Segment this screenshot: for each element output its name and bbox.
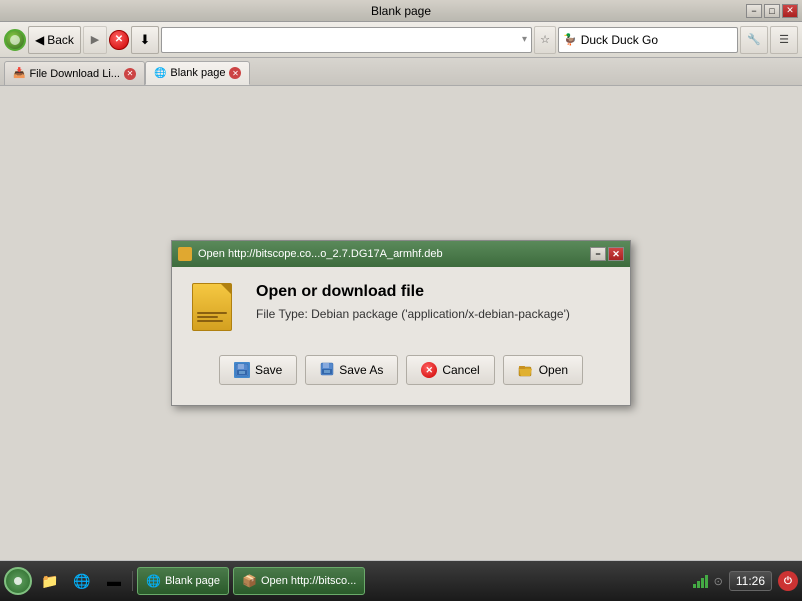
dialog-overlay: Open http://bitscope.co...o_2.7.DG17A_ar…	[0, 86, 802, 560]
file-icon	[192, 283, 240, 331]
tab-blank-page[interactable]: 🌐 Blank page ✕	[145, 61, 251, 85]
search-input[interactable]	[581, 33, 736, 47]
save-as-button[interactable]: Save As	[305, 355, 398, 385]
dialog-file-type: File Type: Debian package ('application/…	[256, 307, 570, 321]
dialog-text: Open or download file File Type: Debian …	[256, 283, 570, 321]
file-manager-button[interactable]: 📁	[36, 567, 64, 595]
address-dropdown-icon[interactable]: ▾	[522, 34, 527, 45]
taskbar-app2-icon: 📦	[242, 574, 257, 588]
cancel-button[interactable]: ✕ Cancel	[406, 355, 494, 385]
toolbar: ◀ Back ▶ ✕ ⬇ ▾ ☆ 🦆 🔧	[0, 22, 802, 58]
dialog-title-icon	[178, 247, 192, 261]
tab-file-download[interactable]: 📥 File Download Li... ✕	[4, 61, 145, 85]
address-bar-container[interactable]: ▾	[161, 27, 532, 53]
stop-button[interactable]: ✕	[109, 30, 129, 50]
dialog-body: Open or download file File Type: Debian …	[172, 267, 630, 405]
tools-button[interactable]: 🔧	[740, 26, 768, 54]
open-icon	[518, 363, 534, 377]
window-controls: − □ ✕	[746, 4, 798, 18]
taskbar: 📁 🌐 ▬ 🌐 Blank page 📦 Open http://bitsco.…	[0, 561, 802, 601]
back-button[interactable]: ◀ Back	[28, 26, 81, 54]
save-label: Save	[255, 363, 282, 377]
dialog-title-text: Open http://bitscope.co...o_2.7.DG17A_ar…	[198, 248, 443, 260]
forward-button[interactable]: ▶	[83, 26, 107, 54]
save-button[interactable]: Save	[219, 355, 297, 385]
open-button[interactable]: Open	[503, 355, 583, 385]
browser-content: Open http://bitscope.co...o_2.7.DG17A_ar…	[0, 86, 802, 560]
search-bar[interactable]: 🦆	[558, 27, 738, 53]
save-icon	[234, 362, 250, 378]
terminal-button[interactable]: ▬	[100, 567, 128, 595]
menu-button[interactable]: ☰	[770, 26, 798, 54]
dialog-title-bar: Open http://bitscope.co...o_2.7.DG17A_ar…	[172, 241, 630, 267]
file-download-dialog: Open http://bitscope.co...o_2.7.DG17A_ar…	[171, 240, 631, 406]
dialog-title-controls: − ✕	[590, 247, 624, 261]
cancel-icon: ✕	[421, 362, 437, 378]
tab-favicon-1: 📥	[13, 68, 25, 79]
open-label: Open	[539, 363, 568, 377]
taskbar-app2[interactable]: 📦 Open http://bitsco...	[233, 567, 365, 595]
minimize-button[interactable]: −	[746, 4, 762, 18]
tab-label-2: Blank page	[170, 67, 225, 79]
tab-favicon-2: 🌐	[154, 68, 166, 79]
dialog-buttons: Save Save As	[192, 351, 610, 385]
dialog-minimize-button[interactable]: −	[590, 247, 606, 261]
dialog-close-button[interactable]: ✕	[608, 247, 624, 261]
power-button[interactable]: ⏻	[778, 571, 798, 591]
window-title: Blank page	[371, 4, 431, 18]
taskbar-app1-icon: 🌐	[146, 574, 161, 588]
network-button[interactable]: 🌐	[68, 567, 96, 595]
save-as-icon	[320, 362, 334, 379]
tab-label-1: File Download Li...	[29, 68, 120, 80]
search-engine-logo: 🦆	[563, 33, 577, 46]
browser-window: Blank page − □ ✕ ◀ Back ▶	[0, 0, 802, 560]
dialog-heading: Open or download file	[256, 283, 570, 301]
cancel-label: Cancel	[442, 363, 479, 377]
tab-close-2[interactable]: ✕	[229, 67, 241, 79]
maximize-button[interactable]: □	[764, 4, 780, 18]
start-button[interactable]	[4, 567, 32, 595]
browser-logo	[4, 29, 26, 51]
tab-close-1[interactable]: ✕	[124, 68, 136, 80]
download-button[interactable]: ⬇	[131, 26, 159, 54]
dialog-info-row: Open or download file File Type: Debian …	[192, 283, 610, 331]
system-tray: ⊙ 11:26 ⏻	[693, 571, 798, 591]
network-status-icon: ⊙	[714, 575, 723, 588]
bookmark-button[interactable]: ☆	[534, 26, 556, 54]
volume-icon	[693, 574, 708, 588]
back-label: Back	[47, 33, 74, 47]
taskbar-app1-label: Blank page	[165, 575, 220, 587]
title-bar: Blank page − □ ✕	[0, 0, 802, 22]
taskbar-app2-label: Open http://bitsco...	[261, 575, 356, 587]
taskbar-separator	[132, 571, 133, 591]
save-as-label: Save As	[339, 363, 383, 377]
taskbar-app1[interactable]: 🌐 Blank page	[137, 567, 229, 595]
clock: 11:26	[729, 571, 772, 591]
address-input[interactable]	[166, 33, 522, 47]
window-close-button[interactable]: ✕	[782, 4, 798, 18]
tabs-bar: 📥 File Download Li... ✕ 🌐 Blank page ✕	[0, 58, 802, 86]
